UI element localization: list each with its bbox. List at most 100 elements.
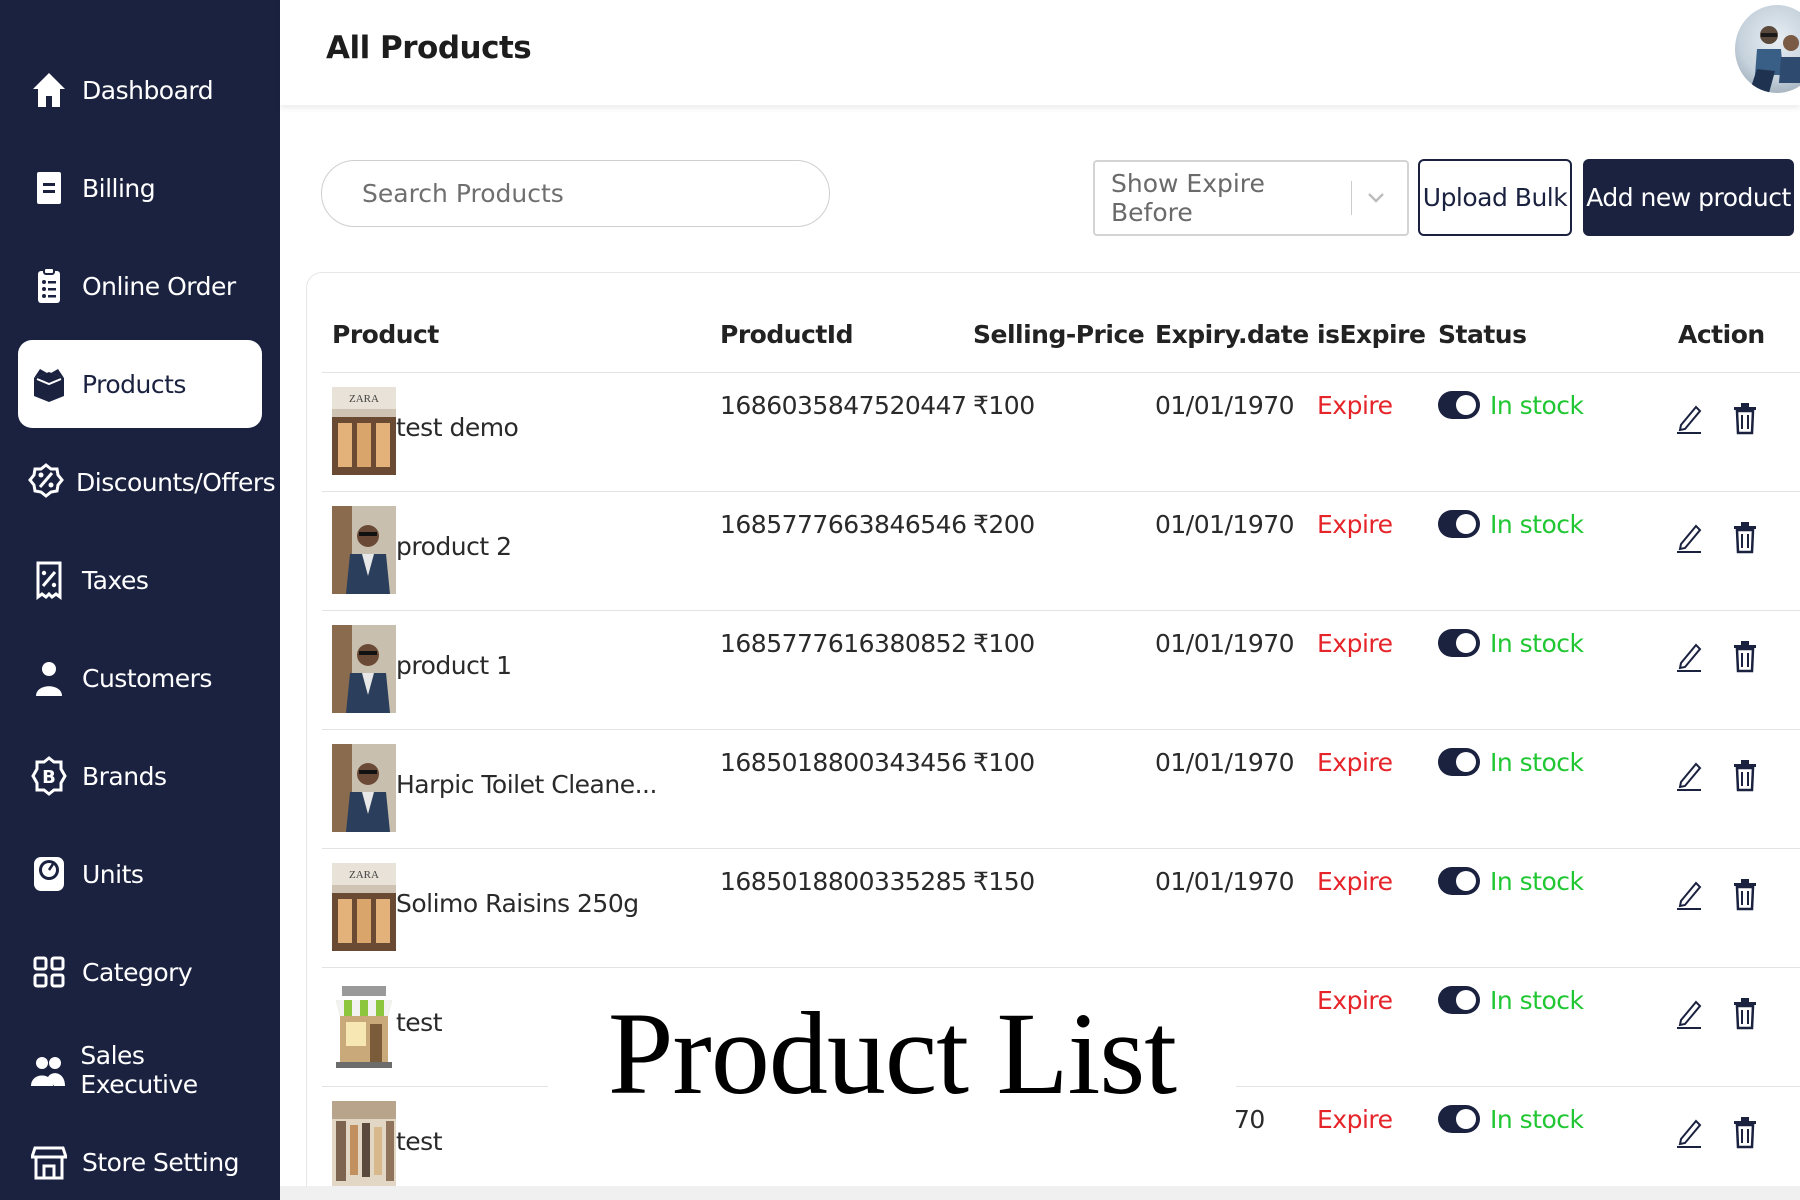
- sidebar-item-sales-executive[interactable]: Sales Executive: [18, 1026, 262, 1114]
- sidebar-item-taxes[interactable]: Taxes: [18, 536, 262, 624]
- product-name: test demo: [396, 413, 519, 442]
- edit-icon[interactable]: [1674, 520, 1704, 554]
- is-expire-value: Expire: [1317, 629, 1393, 658]
- trash-icon[interactable]: [1730, 996, 1760, 1030]
- trash-icon[interactable]: [1730, 758, 1760, 792]
- sidebar-item-label: Category: [82, 957, 193, 987]
- stock-toggle[interactable]: [1438, 391, 1480, 419]
- selling-price: ₹150: [973, 867, 1035, 896]
- table-row: Harpic Toilet Cleane... 1685018800343456…: [322, 729, 1800, 848]
- status-value: In stock: [1490, 986, 1584, 1015]
- edit-icon[interactable]: [1674, 996, 1704, 1030]
- column-header-productid: ProductId: [720, 320, 854, 349]
- sidebar-item-label: Dashboard: [82, 75, 214, 105]
- trash-icon[interactable]: [1730, 1115, 1760, 1149]
- svg-text:B: B: [42, 767, 56, 788]
- expiry-date: 01/01/1970: [1155, 510, 1295, 539]
- sidebar-item-online-order[interactable]: Online Order: [18, 242, 262, 330]
- edit-icon[interactable]: [1674, 877, 1704, 911]
- stock-toggle[interactable]: [1438, 748, 1480, 776]
- expire-filter-select[interactable]: Show Expire Before: [1093, 160, 1409, 236]
- product-thumbnail: ZARA: [332, 387, 396, 475]
- sidebar-item-discounts[interactable]: Discounts/Offers: [18, 438, 276, 526]
- column-header-isexpire: isExpire: [1317, 320, 1426, 349]
- table-row: ZARA Solimo Raisins 250g 168501880033528…: [322, 848, 1800, 967]
- product-thumbnail: [332, 1101, 396, 1189]
- search-input[interactable]: [321, 160, 830, 227]
- product-thumbnail: [332, 625, 396, 713]
- sidebar-item-label: Online Order: [82, 271, 236, 301]
- status-value: In stock: [1490, 510, 1584, 539]
- upload-bulk-button[interactable]: Upload Bulk: [1418, 159, 1572, 236]
- sidebar-item-category[interactable]: Category: [18, 928, 262, 1016]
- horizontal-scrollbar[interactable]: [280, 1186, 1800, 1200]
- edit-icon[interactable]: [1674, 1115, 1704, 1149]
- sidebar-item-label: Sales Executive: [80, 1041, 198, 1099]
- product-id: 1685018800343456: [720, 748, 967, 777]
- table-row: ZARA test demo 1686035847520447 ₹100 01/…: [322, 372, 1800, 491]
- sidebar-item-label: Customers: [82, 663, 212, 693]
- product-id: 1686035847520447: [720, 391, 967, 420]
- receipt-percent-icon: [28, 557, 70, 603]
- sidebar-item-billing[interactable]: Billing: [18, 144, 262, 232]
- user-avatar[interactable]: [1735, 5, 1800, 93]
- top-header: All Products: [280, 0, 1800, 105]
- user-icon: [28, 655, 70, 701]
- store-sign-text: ZARA: [349, 393, 379, 405]
- sidebar-item-customers[interactable]: Customers: [18, 634, 262, 722]
- stock-toggle[interactable]: [1438, 986, 1480, 1014]
- stock-toggle[interactable]: [1438, 510, 1480, 538]
- page-title: All Products: [326, 30, 532, 66]
- scale-icon: [28, 851, 70, 897]
- stock-toggle[interactable]: [1438, 867, 1480, 895]
- sidebar-item-brands[interactable]: B Brands: [18, 732, 262, 820]
- status-value: In stock: [1490, 629, 1584, 658]
- add-new-product-button[interactable]: Add new product: [1583, 159, 1794, 236]
- sidebar-item-products[interactable]: Products: [18, 340, 262, 428]
- trash-icon[interactable]: [1730, 639, 1760, 673]
- is-expire-value: Expire: [1317, 867, 1393, 896]
- column-header-selling-price: Selling-Price: [973, 320, 1145, 349]
- product-id: 1685018800335285: [720, 867, 967, 896]
- brand-b-icon: B: [28, 753, 70, 799]
- stock-toggle[interactable]: [1438, 629, 1480, 657]
- selling-price: ₹100: [973, 748, 1035, 777]
- trash-icon[interactable]: [1730, 877, 1760, 911]
- chevron-down-icon: [1352, 192, 1400, 204]
- is-expire-value: Expire: [1317, 748, 1393, 777]
- product-id: 1685777663846546: [720, 510, 967, 539]
- sidebar-item-store-setting[interactable]: Store Setting: [18, 1118, 262, 1200]
- sidebar-item-label: Brands: [82, 761, 167, 791]
- edit-icon[interactable]: [1674, 758, 1704, 792]
- expiry-date: 01/01/1970: [1155, 867, 1295, 896]
- sidebar-item-label: Discounts/Offers: [76, 467, 276, 497]
- trash-icon[interactable]: [1730, 401, 1760, 435]
- percent-badge-icon: [28, 459, 64, 505]
- home-icon: [28, 67, 70, 113]
- sidebar-item-label: Taxes: [82, 565, 149, 595]
- sidebar-item-dashboard[interactable]: Dashboard: [18, 46, 262, 134]
- grid-icon: [28, 949, 70, 995]
- users-icon: [28, 1047, 68, 1093]
- store-sign-text: ZARA: [349, 869, 379, 881]
- is-expire-value: Expire: [1317, 510, 1393, 539]
- product-name: Harpic Toilet Cleane...: [396, 770, 657, 799]
- status-value: In stock: [1490, 867, 1584, 896]
- column-header-action: Action: [1678, 320, 1765, 349]
- sidebar-item-units[interactable]: Units: [18, 830, 262, 918]
- expiry-date: 01/01/1970: [1155, 629, 1295, 658]
- sidebar-item-label: Units: [82, 859, 144, 889]
- clipboard-list-icon: [28, 263, 70, 309]
- edit-icon[interactable]: [1674, 639, 1704, 673]
- is-expire-value: Expire: [1317, 1105, 1393, 1134]
- is-expire-value: Expire: [1317, 391, 1393, 420]
- caption-text: Product List: [607, 988, 1177, 1119]
- edit-icon[interactable]: [1674, 401, 1704, 435]
- trash-icon[interactable]: [1730, 520, 1760, 554]
- product-thumbnail: [332, 744, 396, 832]
- stock-toggle[interactable]: [1438, 1105, 1480, 1133]
- product-id: 1685777616380852: [720, 629, 967, 658]
- bill-icon: [28, 165, 70, 211]
- sidebar-item-label: Products: [82, 369, 186, 399]
- status-value: In stock: [1490, 391, 1584, 420]
